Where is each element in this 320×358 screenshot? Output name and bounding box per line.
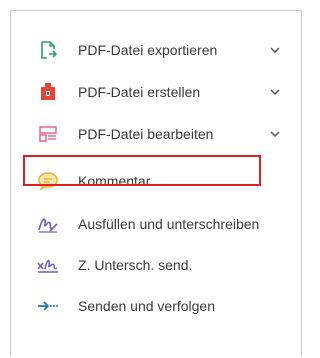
tool-comment-label: Kommentar: [78, 173, 151, 189]
send-track-icon: [37, 295, 59, 317]
tool-create-pdf[interactable]: PDF-Datei erstellen: [37, 77, 301, 107]
fill-sign-icon: [37, 213, 59, 235]
comment-icon: [37, 170, 59, 192]
edit-pdf-icon: [37, 123, 59, 145]
send-signature-icon: [37, 254, 59, 276]
tool-send-signature-label: Z. Untersch. send.: [78, 257, 193, 273]
chevron-down-icon[interactable]: [269, 44, 281, 56]
tool-comment[interactable]: Kommentar: [37, 166, 301, 196]
tool-export-pdf[interactable]: PDF-Datei exportieren: [37, 35, 301, 65]
tool-export-pdf-label: PDF-Datei exportieren: [78, 42, 218, 58]
chevron-down-icon[interactable]: [269, 128, 281, 140]
tool-send-signature[interactable]: Z. Untersch. send.: [37, 250, 301, 280]
tool-edit-pdf-label: PDF-Datei bearbeiten: [78, 126, 214, 142]
chevron-down-icon[interactable]: [269, 86, 281, 98]
create-pdf-icon: [37, 81, 59, 103]
tool-send-track[interactable]: Senden und verfolgen: [37, 291, 301, 321]
tools-panel: PDF-Datei exportieren PDF-Datei erstelle…: [10, 10, 302, 356]
tool-fill-sign-label: Ausfüllen und unterschreiben: [78, 216, 260, 232]
tool-edit-pdf[interactable]: PDF-Datei bearbeiten: [37, 119, 301, 149]
export-pdf-icon: [37, 39, 59, 61]
tool-fill-sign[interactable]: Ausfüllen und unterschreiben: [37, 209, 301, 239]
tool-create-pdf-label: PDF-Datei erstellen: [78, 84, 201, 100]
tool-send-track-label: Senden und verfolgen: [78, 298, 215, 314]
